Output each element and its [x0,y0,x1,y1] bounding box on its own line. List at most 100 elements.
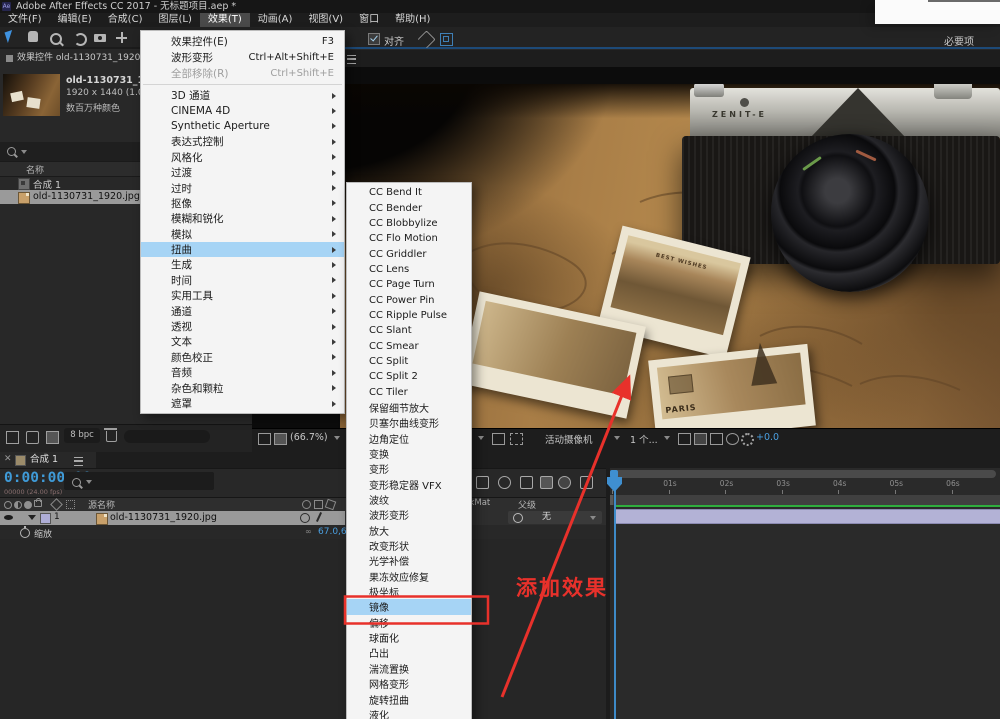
effects-menu-category[interactable]: 表达式控制 [141,134,344,149]
distort-submenu-item[interactable]: 镜像 [347,599,471,614]
distort-submenu-item[interactable]: 改变形状 [347,538,471,553]
distort-submenu-item[interactable]: CC Smear [347,338,471,353]
distort-submenu-item[interactable]: CC Griddler [347,246,471,261]
effects-menu-category[interactable]: 杂色和颗粒 [141,380,344,395]
effects-menu-category[interactable]: 颜色校正 [141,350,344,365]
view-layout-select[interactable]: 1 个... [630,432,658,446]
distort-submenu-item[interactable]: CC Power Pin [347,292,471,307]
effects-menu-category[interactable]: 扭曲 [141,242,344,257]
frame-blending-icon[interactable] [540,476,553,489]
color-depth-badge[interactable]: 8 bpc [64,428,100,443]
time-ruler[interactable]: 0s01s02s03s04s05s06s [610,478,1000,496]
menubar-item[interactable]: 编辑(E) [50,13,100,27]
effects-menu-command[interactable]: 波形变形 Ctrl+Alt+Shift+E [141,49,344,65]
effects-menu-category[interactable]: 模糊和锐化 [141,211,344,226]
fx-column-icon[interactable] [314,500,323,509]
distort-submenu-item[interactable]: 旋转扭曲 [347,691,471,706]
video-column-icon[interactable] [4,501,12,509]
pixel-aspect-icon[interactable] [678,433,691,445]
panel-scroll-capsule[interactable] [124,430,210,443]
distort-submenu-item[interactable]: CC Split [347,354,471,369]
fast-previews-icon[interactable] [694,433,707,445]
pan-behind-tool-icon[interactable] [116,32,127,43]
workspace-expand-icon[interactable] [440,33,453,46]
flowchart-icon[interactable] [726,433,739,445]
distort-submenu-item[interactable]: CC Lens [347,262,471,277]
work-area-bar[interactable] [610,495,1000,505]
new-folder-icon[interactable] [26,431,39,444]
new-composition-icon[interactable] [46,431,59,444]
effects-menu-category[interactable]: 抠像 [141,196,344,211]
parent-pulldown[interactable]: 无 [508,511,602,524]
timeline-tab-label[interactable]: 合成 1 [30,452,58,468]
layer-quality-icon[interactable] [300,513,310,523]
magnification-arrow-icon[interactable] [334,436,340,440]
effects-menu-category[interactable]: 文本 [141,334,344,349]
effects-menu-category[interactable]: 过时 [141,180,344,195]
motion-blur-icon[interactable] [558,476,571,489]
audio-column-icon[interactable] [14,501,22,509]
distort-submenu-item[interactable]: 液化 [347,707,471,719]
menubar-item[interactable]: 效果(T) [200,13,250,27]
distort-submenu-item[interactable]: 波形变形 [347,507,471,522]
menubar-item[interactable]: 窗口 [351,13,387,27]
eye-icon[interactable] [4,515,13,520]
view-layout-arrow-icon[interactable] [664,436,670,440]
primary-viewer-icon[interactable] [274,433,287,445]
workspace-label[interactable]: 必要项 [944,33,974,48]
layer-number-column-icon[interactable] [66,500,75,509]
distort-submenu-item[interactable]: CC Blobbylize [347,216,471,231]
exposure-value[interactable]: +0.0 [756,432,779,443]
delete-icon[interactable] [106,431,117,442]
layer-duration-bar[interactable] [616,509,1000,524]
timeline-panel-menu-icon[interactable] [74,457,83,466]
distort-submenu-item[interactable]: 变形 [347,461,471,476]
effects-menu-category[interactable]: 3D 通道 [141,88,344,103]
effects-menu-category[interactable]: 过渡 [141,165,344,180]
distort-submenu-item[interactable]: 波纹 [347,492,471,507]
timeline-search-field[interactable] [64,472,214,490]
distort-submenu-item[interactable]: 湍流置换 [347,661,471,676]
link-icon[interactable]: ∞ [305,527,312,536]
distort-submenu-item[interactable]: 变换 [347,446,471,461]
interpret-footage-icon[interactable] [6,431,19,444]
distort-submenu-item[interactable]: 光学补偿 [347,553,471,568]
search-options-arrow-icon[interactable] [21,150,27,154]
distort-submenu-item[interactable]: CC Flo Motion [347,231,471,246]
effects-menu-category[interactable]: 透视 [141,319,344,334]
distort-submenu-item[interactable]: CC Tiler [347,384,471,399]
effects-menu-category[interactable]: 时间 [141,273,344,288]
effects-menu-category[interactable]: 实用工具 [141,288,344,303]
stopwatch-icon[interactable] [20,528,30,538]
effect-controls-tab-label[interactable]: 效果控件 old-1130731_1920.jpg [17,50,157,67]
distort-submenu-item[interactable]: 保留细节放大 [347,400,471,415]
distort-submenu-item[interactable]: CC Ripple Pulse [347,308,471,323]
camera-select-arrow-icon[interactable] [614,436,620,440]
menubar-item[interactable]: 合成(C) [100,13,151,27]
effects-menu-category[interactable]: 遮罩 [141,396,344,411]
snap-checkbox[interactable] [368,33,380,45]
distort-submenu-item[interactable]: 果冻效应修复 [347,569,471,584]
effects-menu-category[interactable]: CINEMA 4D [141,103,344,118]
distort-submenu-item[interactable]: CC Bender [347,200,471,215]
distort-submenu-item[interactable]: 变形稳定器 VFX [347,477,471,492]
effects-menu-category[interactable]: 模拟 [141,227,344,242]
comp-mini-flowchart-icon[interactable] [476,476,489,489]
magnification-select[interactable]: (66.7%) [290,432,328,443]
distort-submenu-item[interactable]: 放大 [347,523,471,538]
menubar-item[interactable]: 视图(V) [300,13,351,27]
distort-submenu-item[interactable]: CC Split 2 [347,369,471,384]
lock-column-icon[interactable] [34,500,42,507]
playhead-line[interactable] [614,477,616,719]
distort-submenu-item[interactable]: CC Page Turn [347,277,471,292]
layer-expand-arrow-icon[interactable] [28,515,36,520]
source-name-column-label[interactable]: 源名称 [88,498,115,511]
zoom-tool-icon[interactable] [50,33,62,45]
menubar-item[interactable]: 文件(F) [0,13,50,27]
draft-3d-icon[interactable] [498,476,511,489]
distort-submenu-item[interactable]: CC Slant [347,323,471,338]
grid-guides-icon[interactable] [492,433,505,445]
distort-submenu-item[interactable]: 边角定位 [347,431,471,446]
menubar-item[interactable]: 帮助(H) [387,13,438,27]
region-of-interest-icon[interactable] [510,433,523,445]
